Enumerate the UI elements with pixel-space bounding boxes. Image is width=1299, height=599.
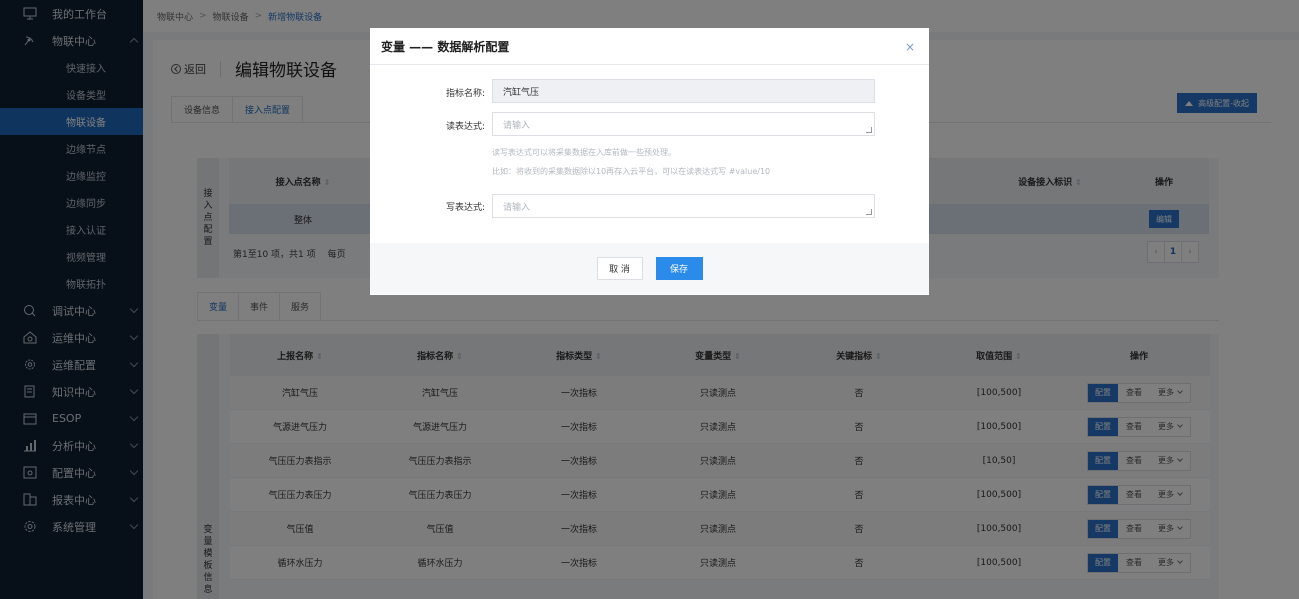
metric-name-value: 汽缸气压 [503, 87, 540, 98]
read-expression-label: 读表达式: [445, 122, 485, 132]
hint-example-text: 比如：将收到的采集数据除以10再存入云平台，可以在读表达式写 #value/10 [492, 167, 771, 176]
dialog-body: 指标名称: 汽缸气压 读表达式: 请输入 读写表达式可以将采集数据在入库前做一些… [370, 65, 929, 243]
resize-handle[interactable] [866, 127, 872, 133]
write-expression-placeholder: 请输入 [503, 202, 531, 213]
resize-handle[interactable] [866, 209, 872, 215]
read-expression-input[interactable]: 请输入 [492, 112, 875, 136]
metric-name-field: 汽缸气压 [492, 79, 875, 103]
save-button[interactable]: 保存 [655, 257, 703, 280]
dialog-title: 变量 —— 数据解析配置 [381, 39, 510, 54]
metric-name-label: 指标名称: [445, 89, 485, 99]
write-expression-input[interactable]: 请输入 [492, 194, 875, 218]
dialog-header: 变量 —— 数据解析配置 × [370, 28, 929, 65]
cancel-button[interactable]: 取 消 [596, 257, 643, 280]
close-icon[interactable]: × [905, 40, 915, 54]
write-expression-label: 写表达式: [445, 203, 485, 213]
read-expression-placeholder: 请输入 [503, 120, 531, 131]
hint-text: 读写表达式可以将采集数据在入库前做一些预处理。 [492, 148, 676, 157]
data-parse-config-dialog: 变量 —— 数据解析配置 × 指标名称: 汽缸气压 读表达式: 请输入 读写表达… [370, 28, 929, 295]
dialog-footer: 取 消 保存 [370, 243, 929, 294]
